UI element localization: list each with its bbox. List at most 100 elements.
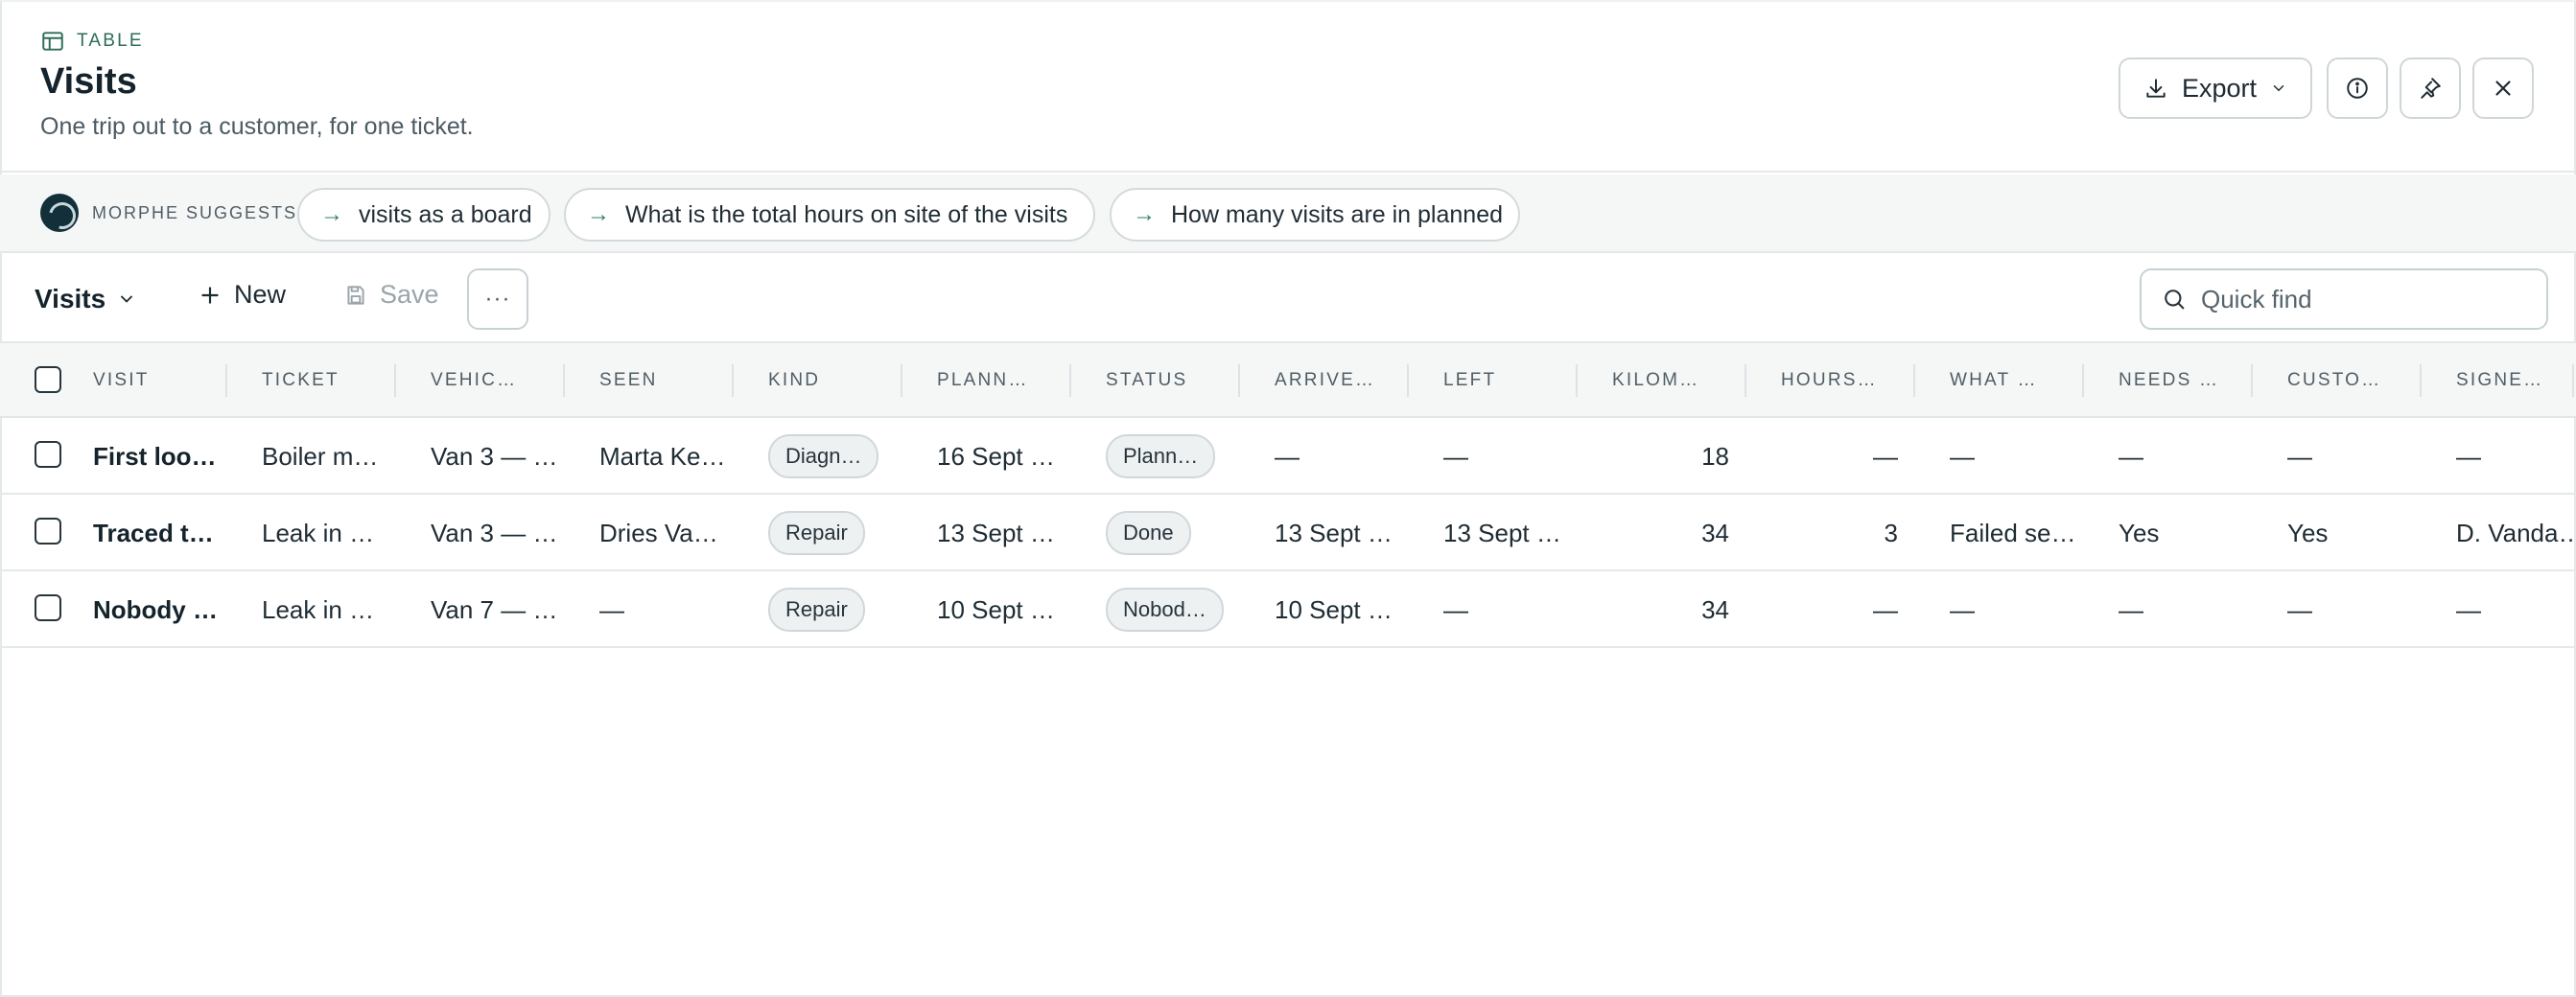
more-options-button[interactable]: ··· <box>467 268 528 330</box>
export-label: Export <box>2181 73 2258 103</box>
suggestion-label: visits as a board <box>359 200 532 228</box>
table-row[interactable]: Nobody … Leak in … Van 7 — … — Repair 10… <box>0 571 2576 648</box>
morphe-logo-icon <box>40 194 79 232</box>
select-all-checkbox[interactable] <box>35 366 61 393</box>
cell-seen: Marta Ke… <box>599 441 726 471</box>
page-subtitle: One trip out to a customer, for one tick… <box>40 113 474 140</box>
cell-kind: Repair <box>751 571 902 648</box>
new-button[interactable]: New <box>198 280 286 310</box>
cell-needs: Yes <box>2119 518 2160 547</box>
cell-signed: — <box>2456 441 2481 471</box>
cell-signed: — <box>2456 594 2481 624</box>
save-icon <box>347 285 364 305</box>
cell-planned: 10 Sept … <box>937 594 1055 624</box>
export-button[interactable]: Export <box>2119 58 2312 119</box>
cell-hours: — <box>1873 441 1898 471</box>
column-header-planned[interactable]: PLANN… <box>920 343 1071 418</box>
chevron-down-icon <box>2273 85 2284 92</box>
cell-vehicle: Van 7 — … <box>431 594 558 624</box>
cell-visit[interactable]: Nobody … <box>93 571 227 648</box>
cell-signed: D. Vanda… <box>2456 518 2574 547</box>
cell-status: Plann… <box>1089 418 1240 495</box>
suggestion-chip-total-hours[interactable]: → What is the total hours on site of the… <box>564 188 1095 242</box>
column-header-visit[interactable]: VISIT <box>93 343 227 418</box>
suggestions-label: MORPHE SUGGESTS <box>92 203 298 222</box>
cell-kilometres: 34 <box>1701 594 1729 624</box>
row-checkbox[interactable] <box>35 441 61 468</box>
status-badge: Nobod… <box>1106 588 1224 632</box>
column-header-arrived[interactable]: ARRIVE… <box>1257 343 1409 418</box>
close-icon <box>2495 81 2511 96</box>
row-checkbox[interactable] <box>35 518 61 545</box>
table-row[interactable]: First loo… Boiler m… Van 3 — … Marta Ke…… <box>0 418 2576 495</box>
cell-what: Failed se… <box>1950 518 2076 547</box>
column-header-what[interactable]: WHAT … <box>1932 343 2084 418</box>
suggestion-chip-board[interactable]: → visits as a board <box>297 188 550 242</box>
table-row[interactable]: Traced t… Leak in … Van 3 — … Dries Va… … <box>0 495 2576 571</box>
cell-left: — <box>1443 441 1468 471</box>
quick-find-input[interactable] <box>2201 284 2527 314</box>
column-header-needs[interactable]: NEEDS … <box>2101 343 2253 418</box>
info-button[interactable] <box>2327 58 2388 119</box>
suggestions-bar: MORPHE SUGGESTS → visits as a board → Wh… <box>0 174 2576 253</box>
status-badge: Plann… <box>1106 434 1216 478</box>
plus-icon <box>201 286 219 304</box>
search-icon <box>2165 290 2185 310</box>
eyebrow-label: TABLE <box>77 31 144 51</box>
page-header: TABLE Visits One trip out to a customer,… <box>0 0 2576 173</box>
column-header-seen[interactable]: SEEN <box>582 343 734 418</box>
cell-planned: 13 Sept … <box>937 518 1055 547</box>
cell-vehicle: Van 3 — … <box>431 518 558 547</box>
cell-customer: — <box>2287 441 2312 471</box>
pin-button[interactable] <box>2400 58 2461 119</box>
column-header-kind[interactable]: KIND <box>751 343 902 418</box>
cell-ticket: Leak in … <box>262 594 375 624</box>
cell-status: Done <box>1089 495 1240 571</box>
cell-what: — <box>1950 441 1975 471</box>
column-header-kilometres[interactable]: KILOM… <box>1595 343 1746 418</box>
cell-ticket: Boiler m… <box>262 441 379 471</box>
cell-vehicle: Van 3 — … <box>431 441 558 471</box>
cell-kind: Repair <box>751 495 902 571</box>
cell-left: — <box>1443 594 1468 624</box>
cell-visit[interactable]: Traced t… <box>93 495 227 571</box>
table-toolbar: Visits New Save ··· <box>0 255 2576 343</box>
cell-seen: — <box>599 594 624 624</box>
view-selector-label: Visits <box>35 284 106 313</box>
row-checkbox[interactable] <box>35 594 61 621</box>
table-header-row: VISIT TICKET VEHIC… SEEN KIND PLANN… STA… <box>0 343 2576 418</box>
cell-status: Nobod… <box>1089 571 1240 648</box>
cell-kilometres: 18 <box>1701 441 1729 471</box>
cell-what: — <box>1950 594 1975 624</box>
cell-hours: 3 <box>1884 518 1898 547</box>
suggestion-chip-planned-count[interactable]: → How many visits are in planned <box>1110 188 1520 242</box>
download-icon <box>2146 79 2166 98</box>
column-header-customer[interactable]: CUSTO… <box>2270 343 2422 418</box>
cell-arrived: 10 Sept … <box>1275 594 1393 624</box>
column-header-vehicle[interactable]: VEHIC… <box>413 343 565 418</box>
cell-hours: — <box>1873 594 1898 624</box>
cell-needs: — <box>2119 594 2143 624</box>
column-header-ticket[interactable]: TICKET <box>245 343 396 418</box>
kind-badge: Repair <box>768 511 865 555</box>
visits-table: VISIT TICKET VEHIC… SEEN KIND PLANN… STA… <box>0 343 2576 648</box>
chevron-down-icon <box>121 295 133 303</box>
view-selector[interactable]: Visits <box>35 284 136 314</box>
page-eyebrow: TABLE <box>40 29 144 54</box>
arrow-right-icon: → <box>1133 201 1156 227</box>
cell-seen: Dries Va… <box>599 518 718 547</box>
column-header-hours[interactable]: HOURS… <box>1764 343 1915 418</box>
kind-badge: Diagn… <box>768 434 879 478</box>
cell-visit[interactable]: First loo… <box>93 418 227 495</box>
quick-find <box>2140 268 2548 330</box>
cell-left: 13 Sept … <box>1443 518 1561 547</box>
column-header-left[interactable]: LEFT <box>1426 343 1578 418</box>
cell-kind: Diagn… <box>751 418 902 495</box>
save-button[interactable]: Save <box>343 280 439 310</box>
column-header-status[interactable]: STATUS <box>1089 343 1240 418</box>
column-header-signed[interactable]: SIGNE… <box>2439 343 2574 418</box>
cell-ticket: Leak in … <box>262 518 375 547</box>
cell-arrived: 13 Sept … <box>1275 518 1393 547</box>
close-button[interactable] <box>2472 58 2534 119</box>
arrow-right-icon: → <box>587 201 610 227</box>
